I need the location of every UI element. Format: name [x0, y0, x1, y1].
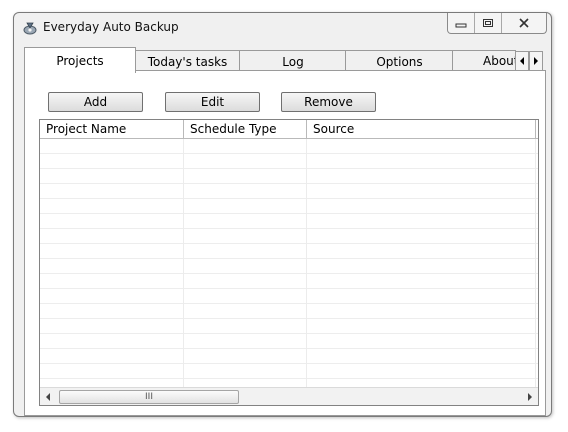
tab-about[interactable]: About — [452, 50, 516, 71]
title-bar: Everyday Auto Backup — [14, 13, 551, 41]
tab-label: Options — [376, 54, 423, 69]
scroll-left-button[interactable] — [40, 388, 57, 405]
column-divider — [183, 139, 184, 388]
minimize-button[interactable] — [448, 13, 475, 33]
tab-scroll-left-button[interactable] — [515, 51, 529, 71]
window-controls — [447, 13, 547, 34]
column-header-schedule-type[interactable]: Schedule Type — [184, 120, 307, 138]
add-button[interactable]: Add — [48, 92, 143, 112]
remove-button[interactable]: Remove — [281, 92, 376, 112]
projects-panel: Add Edit Remove Project Name Schedule Ty… — [24, 70, 546, 416]
minimize-icon — [455, 23, 467, 28]
tab-label: Log — [282, 54, 304, 69]
tab-label: About — [483, 54, 516, 68]
tab-label: Today's tasks — [147, 54, 228, 69]
close-icon — [519, 18, 529, 28]
app-icon — [23, 22, 37, 35]
tab-label: Projects — [56, 53, 104, 68]
tab-log[interactable]: Log — [239, 50, 347, 72]
horizontal-scrollbar[interactable]: III — [40, 387, 538, 405]
tab-todays-tasks[interactable]: Today's tasks — [134, 50, 241, 72]
column-divider — [535, 139, 536, 388]
tab-projects[interactable]: Projects — [24, 47, 136, 73]
arrow-right-icon — [528, 392, 532, 401]
window-title: Everyday Auto Backup — [43, 20, 179, 34]
tab-options[interactable]: Options — [345, 50, 454, 72]
scroll-right-button[interactable] — [521, 388, 538, 405]
arrow-right-icon — [534, 57, 538, 65]
arrow-left-icon — [520, 57, 524, 65]
column-divider — [306, 139, 307, 388]
tab-scroll-right-button[interactable] — [529, 51, 543, 71]
list-header: Project Name Schedule Type Source — [40, 120, 538, 139]
projects-list[interactable]: Project Name Schedule Type Source III — [39, 119, 539, 406]
scrollbar-thumb[interactable]: III — [59, 390, 239, 404]
app-window: Everyday Auto Backup Projects Today's ta… — [13, 12, 552, 417]
arrow-left-icon — [46, 392, 50, 401]
scrollbar-grip: III — [145, 392, 153, 402]
list-body[interactable] — [40, 139, 538, 388]
tab-strip: Projects Today's tasks Log Options About — [24, 47, 544, 73]
column-header-source[interactable]: Source — [307, 120, 536, 138]
close-button[interactable] — [502, 13, 546, 33]
restore-icon — [483, 19, 493, 27]
edit-button[interactable]: Edit — [165, 92, 260, 112]
column-header-project-name[interactable]: Project Name — [40, 120, 184, 138]
restore-button[interactable] — [475, 13, 502, 33]
